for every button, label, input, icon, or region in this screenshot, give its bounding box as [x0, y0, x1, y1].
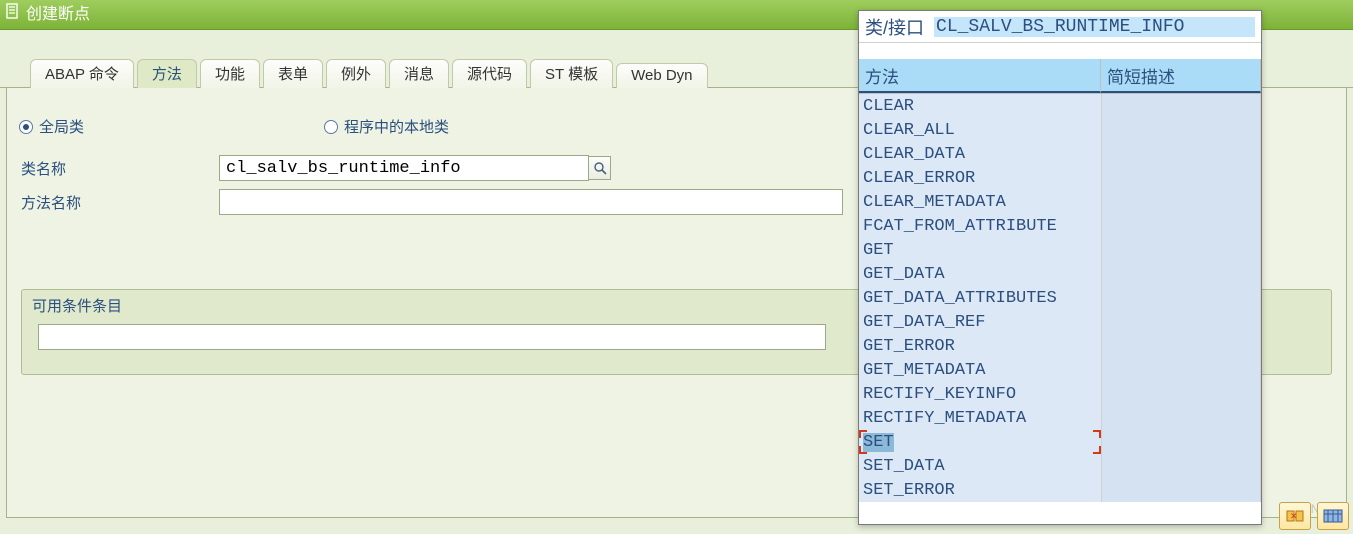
radio-scope-0[interactable]: 全局类 — [19, 116, 84, 137]
list-item[interactable]: CLEAR_ALL — [859, 118, 1261, 142]
tab-6[interactable]: 源代码 — [452, 59, 527, 88]
radio-dot-icon — [19, 120, 33, 134]
list-item[interactable]: RECTIFY_KEYINFO — [859, 382, 1261, 406]
list-item[interactable]: CLEAR_METADATA — [859, 190, 1261, 214]
popup-header-value: CL_SALV_BS_RUNTIME_INFO — [934, 17, 1255, 37]
radio-dot-icon — [324, 120, 338, 134]
list-item[interactable]: CLEAR_ERROR — [859, 166, 1261, 190]
column-header-method[interactable]: 方法 — [859, 59, 1101, 93]
tool-button-2[interactable] — [1317, 502, 1349, 530]
class-search-button[interactable] — [589, 156, 611, 180]
list-item[interactable]: GET_DATA — [859, 262, 1261, 286]
window-title: 创建断点 — [26, 0, 90, 30]
radio-label: 程序中的本地类 — [344, 116, 449, 137]
method-name-input[interactable] — [219, 189, 843, 215]
radio-label: 全局类 — [39, 116, 84, 137]
list-item[interactable]: GET_METADATA — [859, 358, 1261, 382]
tab-0[interactable]: ABAP 命令 — [30, 59, 134, 88]
tab-4[interactable]: 例外 — [326, 59, 386, 88]
method-name-label: 方法名称 — [19, 192, 219, 213]
list-item[interactable]: CLEAR_DATA — [859, 142, 1261, 166]
popup-method-list[interactable]: CLEAR CLEAR_ALL CLEAR_DATA CLEAR_ERROR C… — [859, 94, 1261, 524]
column-header-desc[interactable]: 简短描述 — [1101, 59, 1261, 93]
tab-8[interactable]: Web Dyn — [616, 63, 707, 88]
radio-scope-1[interactable]: 程序中的本地类 — [324, 116, 449, 137]
class-name-label: 类名称 — [19, 158, 219, 179]
list-item[interactable]: FCAT_FROM_ATTRIBUTE — [859, 214, 1261, 238]
document-icon — [6, 0, 20, 30]
method-selector-popup: 类/接口 CL_SALV_BS_RUNTIME_INFO 方法 简短描述 CLE… — [858, 10, 1262, 525]
list-item[interactable]: GET — [859, 238, 1261, 262]
tab-5[interactable]: 消息 — [389, 59, 449, 88]
popup-header-label: 类/接口 — [865, 14, 924, 40]
tab-3[interactable]: 表单 — [263, 59, 323, 88]
tab-2[interactable]: 功能 — [200, 59, 260, 88]
tab-7[interactable]: ST 模板 — [530, 59, 613, 88]
list-item[interactable]: GET_DATA_REF — [859, 310, 1261, 334]
search-icon — [593, 161, 607, 175]
popup-header: 类/接口 CL_SALV_BS_RUNTIME_INFO — [859, 11, 1261, 43]
tool-button-1[interactable]: ✕ — [1279, 502, 1311, 530]
corner-toolbar: ✕ — [1279, 502, 1349, 530]
popup-column-headers: 方法 简短描述 — [859, 59, 1261, 94]
list-item[interactable]: GET_DATA_ATTRIBUTES — [859, 286, 1261, 310]
list-item[interactable]: SET_ERROR — [859, 478, 1261, 502]
list-item[interactable]: SET — [859, 430, 1261, 454]
list-item[interactable]: RECTIFY_METADATA — [859, 406, 1261, 430]
tab-1[interactable]: 方法 — [137, 59, 197, 88]
list-item[interactable]: SET_DATA — [859, 454, 1261, 478]
svg-text:✕: ✕ — [1290, 511, 1298, 521]
condition-input[interactable] — [38, 324, 826, 350]
list-item[interactable]: GET_ERROR — [859, 334, 1261, 358]
list-item[interactable]: CLEAR — [859, 94, 1261, 118]
class-name-input[interactable] — [219, 155, 589, 181]
